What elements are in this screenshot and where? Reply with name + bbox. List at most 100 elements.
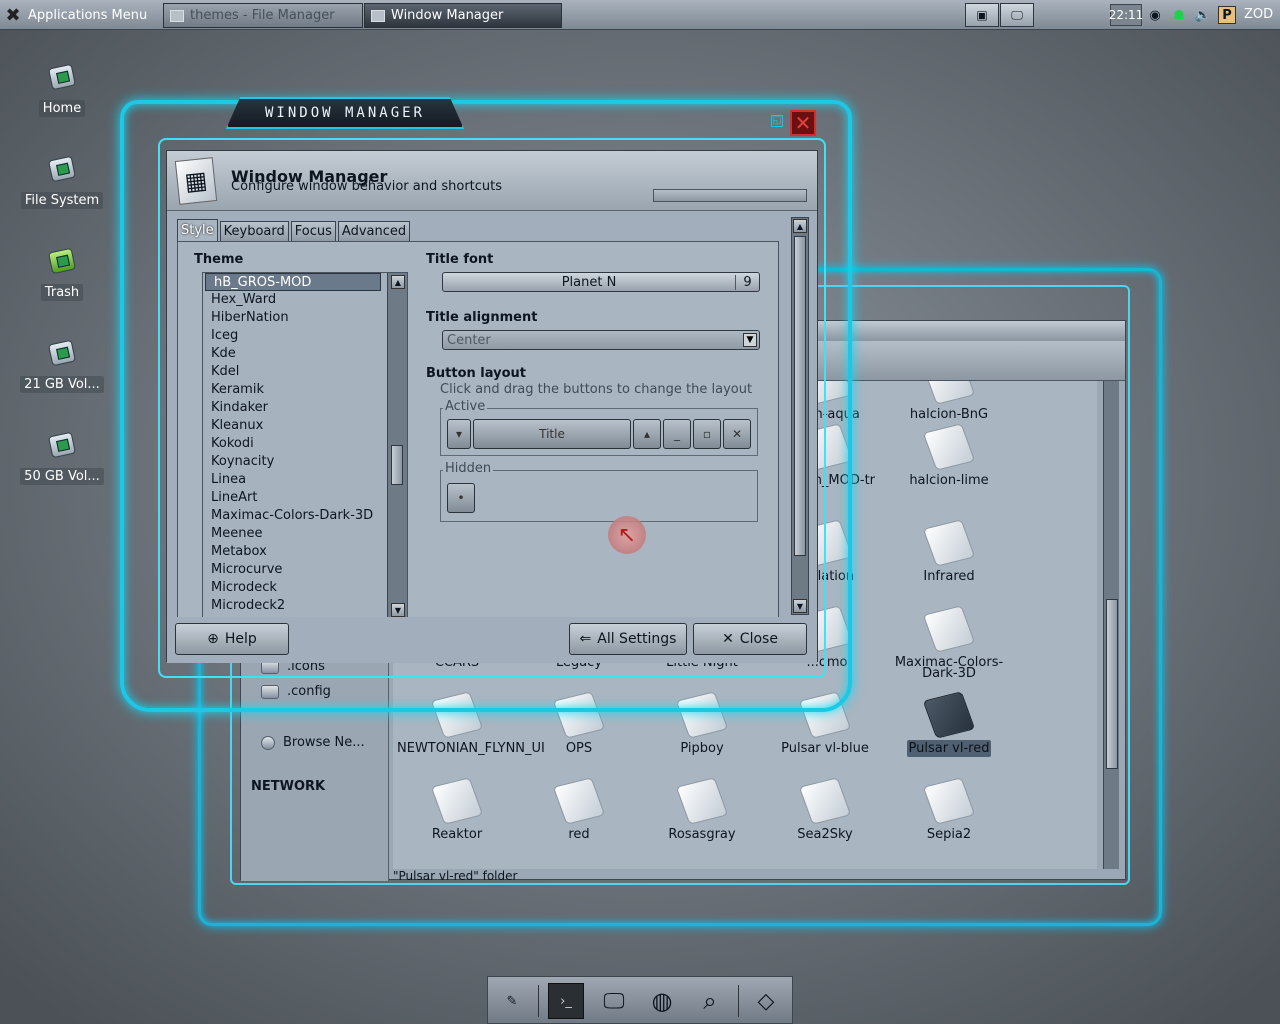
theme-item[interactable]: Metabox [203,543,407,561]
title-slot[interactable]: Title [473,419,631,449]
applications-menu-button[interactable]: ✖ Applications Menu [2,3,157,27]
tab-advanced[interactable]: Advanced [337,221,411,241]
close-button[interactable]: ✕ Close [693,623,807,655]
desktop-icon-file-system[interactable]: File System [8,152,116,232]
file-icon[interactable]: ◇ [748,983,784,1019]
folder-name: Reaktor [431,827,483,842]
theme-item[interactable]: LineArt [203,489,407,507]
theme-item[interactable]: Kdel [203,363,407,381]
folder-item[interactable]: Reaktor [397,777,517,842]
p-app-icon[interactable]: P [1218,6,1236,24]
title-alignment-value: Center [447,332,491,348]
theme-item[interactable]: HiberNation [203,309,407,327]
folder-item[interactable]: Maximac-Colors-Dark-3D [889,605,1009,681]
maximize-button-slot[interactable]: ▫ [693,419,721,449]
theme-item[interactable]: Hex_Ward [203,291,407,309]
desktop-icon-trash[interactable]: Trash [8,244,116,324]
theme-item[interactable]: Kindaker [203,399,407,417]
browser-globe-icon[interactable]: ◍ [644,983,680,1019]
tab-style[interactable]: Style [177,219,218,241]
network-icon[interactable]: ◉ [1146,6,1164,24]
theme-item[interactable]: Meenee [203,525,407,543]
theme-item[interactable]: Kokodi [203,435,407,453]
dialog-scrollbar[interactable]: ▲ ▼ [791,217,809,615]
theme-item[interactable]: Microcurve [203,561,407,579]
maximize-icon[interactable]: ◱ [771,115,783,127]
drive-icon [45,336,79,370]
help-button[interactable]: ⊕ Help [175,623,289,655]
desktop-icon-50gb-volume[interactable]: 50 GB Vol... [8,428,116,508]
workspace-switcher[interactable]: 🖵 [1000,3,1034,27]
stick-button-slot[interactable]: • [447,483,475,513]
tab-focus[interactable]: Focus [290,221,336,241]
taskbar-item-label: themes - File Manager [190,8,335,23]
theme-list[interactable]: hB_GROS-MOD Hex_Ward HiberNation Iceg Kd… [202,272,408,618]
title-font-button[interactable]: Planet N 9 [442,272,760,292]
folder-item[interactable]: halcion-lime [889,423,1009,487]
theme-item[interactable]: Kde [203,345,407,363]
desktop-icon-21gb-volume[interactable]: 21 GB Vol... [8,336,116,416]
theme-item[interactable]: Iceg [203,327,407,345]
show-desktop-button[interactable]: ▣ [965,3,999,27]
folder-name: Maximac-Colors-Dark-3D [894,655,1004,681]
folder-item[interactable]: red [519,777,639,841]
tab-keyboard[interactable]: Keyboard [219,221,289,241]
taskbar-item-file-manager[interactable]: themes - File Manager [163,3,363,28]
close-button-slot[interactable]: ✕ [723,419,751,449]
folder-item[interactable]: Sea2Sky [765,777,885,841]
title-alignment-label: Title alignment [426,310,538,325]
search-magnifier-icon[interactable]: ⌕ [692,983,728,1019]
desktop-icon-home[interactable]: Home [8,60,116,140]
taskbar-item-window-manager[interactable]: Window Manager [364,3,562,28]
sidebar-item-label: Browse Ne... [283,735,365,750]
shade-button-slot[interactable]: ▴ [633,419,661,449]
volume-icon[interactable]: 🔈 [1194,6,1212,24]
user-name[interactable]: ZOD [1244,7,1273,22]
folder-item-selected[interactable]: Pulsar vl-red [889,691,1009,757]
all-settings-button[interactable]: ⇐ All Settings [569,623,687,655]
theme-item[interactable]: Koynacity [203,453,407,471]
theme-list-scrollbar[interactable]: ▲ ▼ [387,273,407,617]
terminal-icon[interactable]: ›_ [548,983,584,1019]
folder-name: Rosasgray [668,827,736,842]
clock[interactable]: 22:11 [1109,4,1143,26]
theme-item[interactable]: Maximac-Colors-Dark-3D [203,507,407,525]
scrollbar-thumb[interactable] [391,445,403,485]
minimize-button-slot[interactable]: _ [663,419,691,449]
scroll-up-icon[interactable]: ▲ [391,275,405,289]
sidebar-item-browse-network[interactable]: Browse Ne... [261,735,365,750]
folder-icon [675,777,729,825]
monitor-icon[interactable]: 🖵 [596,983,632,1019]
active-buttons-box[interactable]: Active ▾ Title ▴ _ ▫ ✕ [440,399,758,456]
theme-item[interactable]: Kleanux [203,417,407,435]
scroll-up-icon[interactable]: ▲ [793,219,807,233]
scrollbar-thumb[interactable] [794,236,806,556]
hidden-label: Hidden [443,461,494,476]
file-manager-scrollbar[interactable] [1103,381,1119,869]
scrollbar-thumb[interactable] [1106,599,1118,769]
folder-item[interactable]: Infrared [889,519,1009,583]
window-close-icon[interactable]: ✕ [790,110,816,136]
window-icon [371,9,385,22]
bottom-dock: ✎ ›_ 🖵 ◍ ⌕ ◇ [487,976,793,1024]
folder-name: Pulsar vl-blue [781,741,869,756]
theme-item[interactable]: Linea [203,471,407,489]
scroll-down-icon[interactable]: ▼ [793,599,807,613]
ghost-icon[interactable]: ☗ [1170,6,1188,24]
minimize-icon: _ [674,427,680,441]
folder-item[interactable]: halcion-BnG [889,381,1009,421]
theme-item[interactable]: Microdeck [203,579,407,597]
desktop-icon-label: Home [38,100,86,117]
menu-button-slot[interactable]: ▾ [447,419,471,449]
folder-item[interactable]: Rosasgray [642,777,762,842]
scroll-down-icon[interactable]: ▼ [391,603,405,617]
theme-item-selected[interactable]: hB_GROS-MOD [205,273,381,291]
theme-item[interactable]: Microdeck2 [203,597,407,615]
title-alignment-dropdown[interactable]: Center ▼ [442,330,760,350]
hidden-buttons-box[interactable]: Hidden • [440,461,758,522]
theme-item[interactable]: Keramik [203,381,407,399]
pen-tablet-icon[interactable]: ✎ [494,983,530,1019]
window-titlebar[interactable]: WINDOW MANAGER [226,97,464,129]
dock-separator [738,985,739,1017]
folder-item[interactable]: Sepia2 [889,777,1009,841]
